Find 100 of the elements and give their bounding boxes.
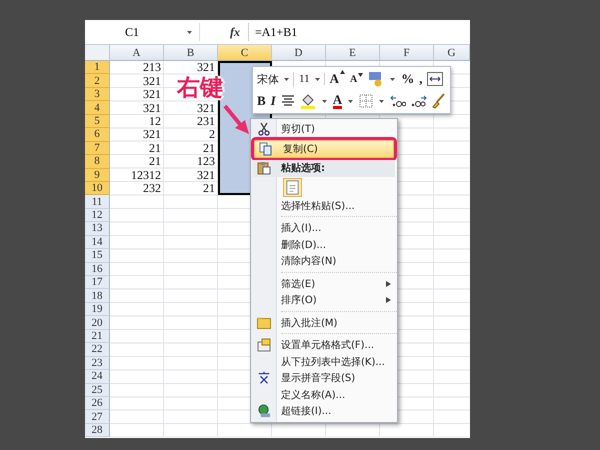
submenu-arrow-icon	[386, 280, 391, 287]
table-cell-text: 321	[142, 101, 162, 115]
column-header[interactable]: D	[272, 45, 326, 61]
table-cell-text: 321	[196, 168, 216, 182]
down-caret-icon	[358, 73, 364, 77]
bold-button[interactable]: B	[257, 93, 266, 109]
scissors-icon	[257, 122, 271, 136]
row-header[interactable]: 22	[85, 343, 110, 357]
phonetic-icon	[257, 371, 271, 386]
menu-item[interactable]: 插入(I)...	[253, 220, 395, 236]
table-cell-text: 321	[142, 74, 162, 88]
column-header[interactable]: A	[110, 45, 164, 61]
shrink-font-button[interactable]: A	[350, 74, 358, 84]
table-cell-text: 321	[142, 128, 162, 142]
row-header[interactable]: 7	[85, 142, 110, 156]
row-header[interactable]: 5	[85, 114, 110, 128]
row-header[interactable]: 20	[85, 316, 110, 330]
menu-item[interactable]: 删除(D)...	[253, 236, 395, 253]
grow-font-button[interactable]: A	[330, 71, 339, 87]
format-cells-icon	[257, 338, 271, 352]
column-header[interactable]: E	[326, 45, 380, 61]
menu-item[interactable]: 复制(C)	[254, 140, 394, 158]
row-header[interactable]: 24	[85, 370, 110, 384]
table-cell-text: 21	[202, 182, 216, 196]
format-painter-icon[interactable]	[432, 93, 446, 109]
menu-item[interactable]: 显示拼音字段(S)	[253, 370, 395, 386]
row-header[interactable]: 15	[85, 249, 110, 263]
menu-item[interactable]: 清除内容(N)	[253, 253, 395, 270]
row-header[interactable]: 4	[85, 101, 110, 115]
row-header[interactable]: 9	[85, 168, 110, 182]
row-header[interactable]: 10	[85, 182, 110, 196]
menu-item[interactable]: 定义名称(A)...	[253, 386, 395, 403]
row-header[interactable]: 25	[85, 384, 110, 397]
format-button[interactable]: %	[401, 71, 414, 87]
menu-item[interactable]: 剪切(T)	[253, 121, 395, 138]
row-header[interactable]: 6	[85, 128, 110, 142]
paste-icon[interactable]	[283, 178, 302, 196]
align-center-icon[interactable]	[280, 95, 295, 107]
row-header[interactable]: 13	[85, 222, 110, 236]
table-cell-text: 12312	[130, 168, 162, 182]
row-header[interactable]: 27	[85, 410, 110, 424]
row-header[interactable]: 3	[85, 88, 110, 102]
table-cell-text: 321	[142, 88, 162, 102]
font-field[interactable]: 宋体	[257, 72, 279, 86]
font-field[interactable]: 11	[299, 73, 310, 85]
formula-field[interactable]: =A1+B1	[255, 24, 298, 40]
arrow-icon	[223, 104, 251, 136]
row-header[interactable]: 2	[85, 74, 110, 88]
merge-center-icon[interactable]	[427, 72, 444, 86]
menu-item[interactable]: 从下拉列表中选择(K)...	[253, 354, 395, 370]
row-header[interactable]: 26	[85, 396, 110, 410]
menu-item[interactable]: 超链接(I)...	[253, 403, 395, 420]
table-cell-text: 321	[196, 101, 216, 115]
row-header[interactable]: 23	[85, 356, 110, 370]
menu-item[interactable]: 设置单元格格式(F)...	[253, 337, 395, 354]
row-header[interactable]: 11	[85, 195, 110, 209]
font-color-button[interactable]: A	[332, 94, 342, 108]
table-cell-text: 12	[148, 114, 162, 128]
column-header[interactable]: G	[434, 45, 470, 61]
table-cell-text: 21	[148, 142, 162, 156]
table-cell-text: 2	[208, 128, 216, 142]
submenu-arrow-icon	[386, 297, 391, 304]
clipboard-icon	[257, 161, 271, 176]
decrease-decimal-icon[interactable]	[411, 94, 428, 108]
row-header[interactable]: 28	[85, 424, 110, 438]
column-header[interactable]: C	[218, 45, 272, 61]
menu-item[interactable]: 排序(O)	[253, 292, 395, 308]
column-header[interactable]: B	[164, 45, 218, 61]
row-header[interactable]: 19	[85, 302, 110, 316]
menu-item[interactable]: 插入批注(M)	[253, 314, 395, 331]
table-cell-text: 232	[142, 182, 162, 196]
row-header[interactable]: 21	[85, 330, 110, 344]
row-header[interactable]: 14	[85, 236, 110, 250]
function-button[interactable]: fx	[230, 24, 240, 40]
menu-item[interactable]: 筛选(E)	[253, 276, 395, 292]
table-cell-text: 321	[196, 61, 216, 74]
italic-button[interactable]: I	[270, 93, 276, 109]
row-header[interactable]: 1	[85, 61, 110, 74]
table-cell-text: 231	[196, 114, 216, 128]
accounting-format-icon[interactable]	[368, 71, 384, 87]
copy-icon	[259, 142, 273, 156]
borders-icon[interactable]	[359, 94, 374, 108]
row-header[interactable]: 17	[85, 276, 110, 290]
fill-color-icon[interactable]	[300, 93, 316, 109]
note-icon	[257, 316, 271, 329]
globe-icon	[257, 404, 271, 418]
column-header[interactable]: F	[380, 45, 434, 61]
up-caret-icon	[340, 70, 345, 74]
menu-item[interactable]: 选择性粘贴(S)...	[253, 198, 395, 214]
row-header[interactable]: 12	[85, 208, 110, 222]
row-header[interactable]: 18	[85, 289, 110, 303]
menu-heading: 粘贴选项:	[280, 162, 326, 176]
row-header[interactable]: 16	[85, 262, 110, 276]
table-cell-text: 21	[148, 155, 162, 168]
table-cell-text: 123	[196, 155, 216, 168]
table-cell-text: 213	[142, 61, 162, 74]
table-cell-text: 21	[202, 142, 216, 156]
row-header[interactable]: 8	[85, 155, 110, 168]
increase-decimal-icon[interactable]	[390, 94, 406, 108]
name-box[interactable]: C1	[125, 24, 140, 40]
